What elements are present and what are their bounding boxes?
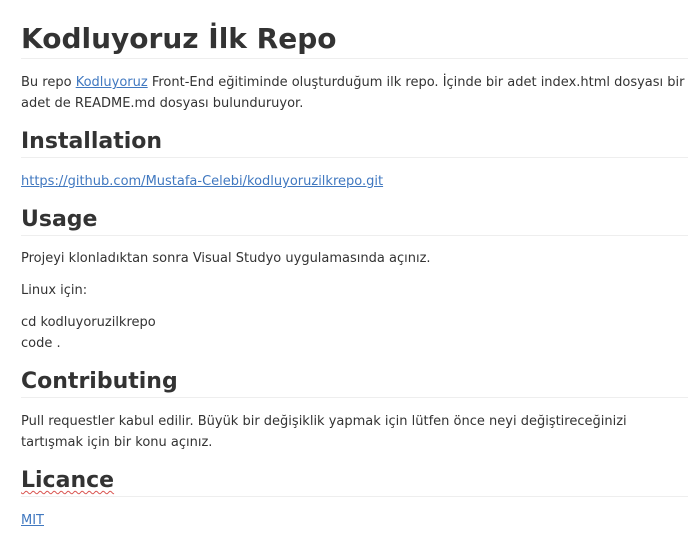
- linux-label: Linux için:: [21, 283, 88, 298]
- usage-text: Projeyi klonladıktan sonra Visual Studyo…: [21, 251, 431, 266]
- title-divider: [21, 58, 688, 59]
- markdown-document: Kodluyoruz İlk Repo Bu repo Kodluyoruz F…: [0, 0, 690, 534]
- intro-paragraph: Bu repo Kodluyoruz Front-End eğitiminde …: [21, 72, 686, 114]
- installation-divider: [21, 157, 688, 158]
- intro-prefix: Bu repo: [21, 75, 76, 90]
- contributing-divider: [21, 397, 688, 398]
- usage-divider: [21, 235, 688, 236]
- kodluyoruz-link[interactable]: Kodluyoruz: [76, 75, 148, 90]
- page-title: Kodluyoruz İlk Repo: [21, 22, 337, 55]
- command-code: code .: [21, 336, 61, 351]
- licence-line: MIT: [21, 510, 44, 531]
- licence-divider: [21, 496, 688, 497]
- licence-heading-text: Licance: [21, 468, 115, 493]
- installation-line: https://github.com/Mustafa-Celebi/kodluy…: [21, 171, 383, 192]
- installation-heading: Installation: [21, 129, 163, 154]
- usage-heading: Usage: [21, 207, 98, 232]
- licence-heading: Licance: [21, 466, 114, 496]
- mit-link[interactable]: MIT: [21, 513, 44, 528]
- contributing-text: Pull requestler kabul edilir. Büyük bir …: [21, 414, 627, 450]
- command-cd: cd kodluyoruzilkrepo: [21, 315, 156, 330]
- contributing-heading: Contributing: [21, 369, 178, 394]
- repo-url-link[interactable]: https://github.com/Mustafa-Celebi/kodluy…: [21, 174, 383, 189]
